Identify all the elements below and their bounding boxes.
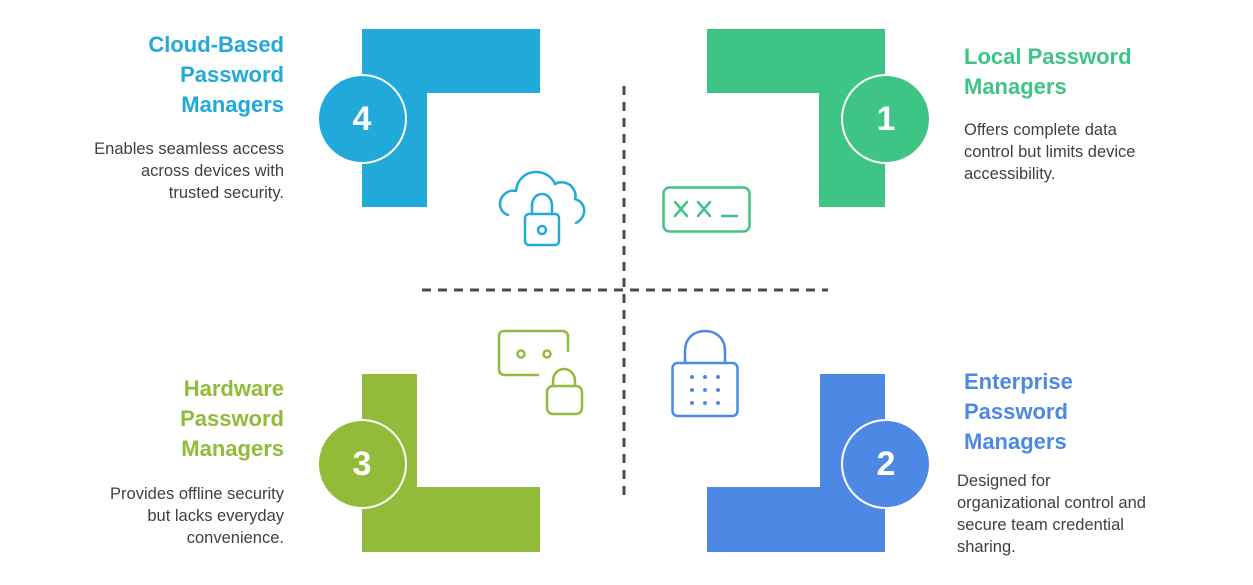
hardware-description: Provides offline security but lacks ever… bbox=[110, 485, 284, 547]
step-number: 1 bbox=[876, 99, 896, 138]
cloud-lock-icon bbox=[498, 170, 586, 247]
step-number: 4 bbox=[352, 99, 372, 138]
step-badge-3: 3 bbox=[317, 419, 407, 509]
hardware-title: Hardware Password Managers bbox=[180, 376, 284, 461]
step-number: 2 bbox=[876, 444, 896, 483]
step-number: 3 bbox=[352, 444, 372, 483]
step-badge-1: 1 bbox=[841, 74, 931, 164]
keypad-lock-icon bbox=[671, 329, 739, 418]
device-lock-icon bbox=[497, 329, 584, 416]
step-badge-4: 4 bbox=[317, 74, 407, 164]
cloud-title: Cloud-Based Password Managers bbox=[148, 32, 284, 117]
enterprise-description: Designed for organizational control and … bbox=[957, 472, 1146, 556]
local-description: Offers complete data control but limits … bbox=[964, 121, 1136, 183]
local-title: Local Password Managers bbox=[964, 44, 1132, 99]
step-badge-2: 2 bbox=[841, 419, 931, 509]
cloud-description: Enables seamless access across devices w… bbox=[94, 140, 284, 202]
password-field-icon bbox=[662, 186, 751, 233]
enterprise-title: Enterprise Password Managers bbox=[964, 369, 1073, 454]
